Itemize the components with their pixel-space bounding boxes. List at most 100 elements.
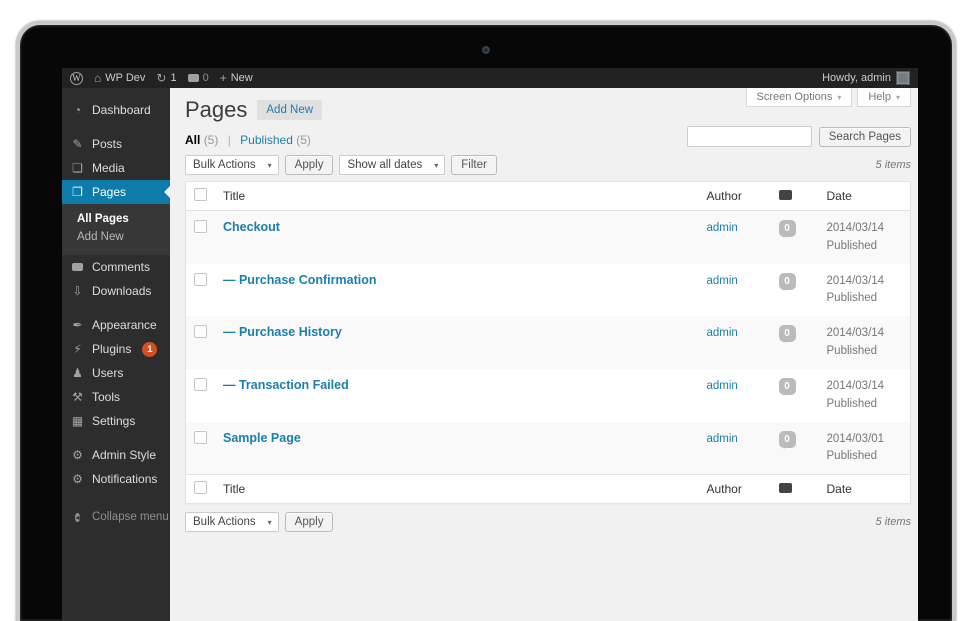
- comments-count: 0: [203, 72, 209, 84]
- sidebar-item-pages[interactable]: ❐ Pages: [62, 180, 170, 204]
- author-link[interactable]: admin: [707, 222, 738, 234]
- row-checkbox[interactable]: [194, 273, 207, 286]
- comments-menu[interactable]: 0: [188, 72, 209, 84]
- new-content-menu[interactable]: + New: [220, 72, 253, 84]
- sidebar-item-tools[interactable]: ⚒ Tools: [62, 385, 170, 409]
- sidebar-item-label: Admin Style: [92, 448, 156, 462]
- row-checkbox[interactable]: [194, 325, 207, 338]
- filter-button[interactable]: Filter: [451, 155, 497, 175]
- submenu-all-pages[interactable]: All Pages: [62, 210, 170, 228]
- sidebar-item-label: Posts: [92, 137, 122, 151]
- comment-count-bubble[interactable]: 0: [779, 220, 796, 237]
- sidebar-item-label: Comments: [92, 260, 150, 274]
- search-pages-button[interactable]: Search Pages: [819, 127, 911, 147]
- pages-table: Title Author Date Checkout admin 0 201: [185, 181, 911, 504]
- bulk-actions-select-bottom[interactable]: Bulk Actions ▾: [185, 512, 279, 532]
- page-title-link[interactable]: Checkout: [223, 220, 280, 234]
- bulk-actions-select[interactable]: Bulk Actions ▾: [185, 155, 279, 175]
- updates-count: 1: [170, 72, 176, 84]
- comment-count-bubble[interactable]: 0: [779, 325, 796, 342]
- row-status: Published: [827, 450, 878, 462]
- apply-button-bottom[interactable]: Apply: [285, 512, 334, 532]
- sidebar-item-admin-style[interactable]: ⚙ Admin Style: [62, 443, 170, 467]
- row-checkbox[interactable]: [194, 431, 207, 444]
- comment-count-bubble[interactable]: 0: [779, 431, 796, 448]
- comments-column-icon[interactable]: [779, 483, 792, 493]
- sidebar-item-users[interactable]: ♟ Users: [62, 361, 170, 385]
- column-author[interactable]: Author: [699, 182, 771, 211]
- media-icon: ❏: [70, 162, 85, 174]
- filter-all-link[interactable]: All: [185, 133, 200, 147]
- page-title-link[interactable]: — Transaction Failed: [223, 378, 349, 392]
- sidebar-item-appearance[interactable]: ✒ Appearance: [62, 313, 170, 337]
- sidebar-item-plugins[interactable]: ⚡ Plugins 1: [62, 337, 170, 361]
- author-link[interactable]: admin: [707, 275, 738, 287]
- sidebar-item-media[interactable]: ❏ Media: [62, 156, 170, 180]
- table-footer-row: Title Author Date: [186, 475, 911, 504]
- sidebar-item-dashboard[interactable]: ◔ Dashboard: [62, 98, 170, 122]
- sidebar-item-label: Downloads: [92, 284, 151, 298]
- table-row: — Transaction Failed admin 0 2014/03/14 …: [186, 369, 911, 422]
- page-title-link[interactable]: Sample Page: [223, 431, 301, 445]
- add-new-button[interactable]: Add New: [257, 100, 322, 120]
- sidebar-item-label: Plugins: [92, 342, 131, 356]
- submenu-add-new[interactable]: Add New: [62, 228, 170, 246]
- site-name-menu[interactable]: ⌂ WP Dev: [94, 72, 145, 84]
- sidebar-item-comments[interactable]: Comments: [62, 255, 170, 279]
- collapse-menu-button[interactable]: ◂ Collapse menu: [62, 505, 170, 529]
- comments-icon: [70, 261, 85, 273]
- select-all-checkbox[interactable]: [194, 481, 207, 494]
- chevron-down-icon: ▾: [837, 93, 841, 102]
- page-title-link[interactable]: — Purchase Confirmation: [223, 273, 377, 287]
- help-tab[interactable]: Help ▾: [857, 88, 911, 107]
- screen-options-tab[interactable]: Screen Options ▾: [746, 88, 853, 107]
- column-date[interactable]: Date: [819, 475, 911, 504]
- plugin-icon: ⚡: [70, 343, 85, 355]
- wp-logo-menu[interactable]: W: [70, 72, 83, 85]
- table-row: — Purchase Confirmation admin 0 2014/03/…: [186, 264, 911, 317]
- row-checkbox[interactable]: [194, 220, 207, 233]
- howdy-text[interactable]: Howdy, admin: [822, 72, 891, 84]
- sidebar-item-label: Settings: [92, 414, 135, 428]
- comment-count-bubble[interactable]: 0: [779, 273, 796, 290]
- row-checkbox[interactable]: [194, 378, 207, 391]
- column-date[interactable]: Date: [819, 182, 911, 211]
- table-row: Checkout admin 0 2014/03/14 Published: [186, 211, 911, 264]
- sidebar-item-posts[interactable]: ✎ Posts: [62, 132, 170, 156]
- column-author[interactable]: Author: [699, 475, 771, 504]
- settings-icon: ▦: [70, 415, 85, 427]
- author-link[interactable]: admin: [707, 327, 738, 339]
- row-status: Published: [827, 292, 878, 304]
- updates-menu[interactable]: ↻ 1: [156, 72, 176, 84]
- row-status: Published: [827, 240, 878, 252]
- author-link[interactable]: admin: [707, 433, 738, 445]
- filter-published-count: (5): [296, 133, 311, 147]
- collapse-arrow-icon: ◂: [75, 513, 79, 522]
- search-input[interactable]: [687, 126, 812, 147]
- items-count: 5 items: [876, 516, 911, 528]
- select-all-checkbox[interactable]: [194, 188, 207, 201]
- sidebar-item-settings[interactable]: ▦ Settings: [62, 409, 170, 433]
- sidebar-item-downloads[interactable]: ⇩ Downloads: [62, 279, 170, 303]
- author-link[interactable]: admin: [707, 380, 738, 392]
- comments-bubble-icon: [188, 74, 199, 82]
- date-filter-select[interactable]: Show all dates ▾: [339, 155, 445, 175]
- pages-submenu: All Pages Add New: [62, 204, 170, 255]
- sidebar-item-label: Tools: [92, 390, 120, 404]
- column-title[interactable]: Title: [215, 182, 699, 211]
- plugins-update-badge: 1: [142, 342, 157, 357]
- filter-published-link[interactable]: Published: [240, 133, 293, 147]
- page-title-link[interactable]: — Purchase History: [223, 325, 342, 339]
- row-date: 2014/03/14: [827, 222, 885, 234]
- admin-bar: W ⌂ WP Dev ↻ 1 0 + New Howdy, admin: [62, 68, 918, 88]
- table-row: Sample Page admin 0 2014/03/01 Published: [186, 422, 911, 475]
- home-icon: ⌂: [94, 72, 101, 84]
- pages-icon: ❐: [70, 186, 85, 198]
- admin-menu: ◔ Dashboard ✎ Posts ❏ Media ❐ Pages All …: [62, 88, 170, 621]
- comment-count-bubble[interactable]: 0: [779, 378, 796, 395]
- avatar[interactable]: [896, 71, 910, 85]
- column-title[interactable]: Title: [215, 475, 699, 504]
- comments-column-icon[interactable]: [779, 190, 792, 200]
- sidebar-item-notifications[interactable]: ⚙ Notifications: [62, 467, 170, 491]
- apply-button[interactable]: Apply: [285, 155, 334, 175]
